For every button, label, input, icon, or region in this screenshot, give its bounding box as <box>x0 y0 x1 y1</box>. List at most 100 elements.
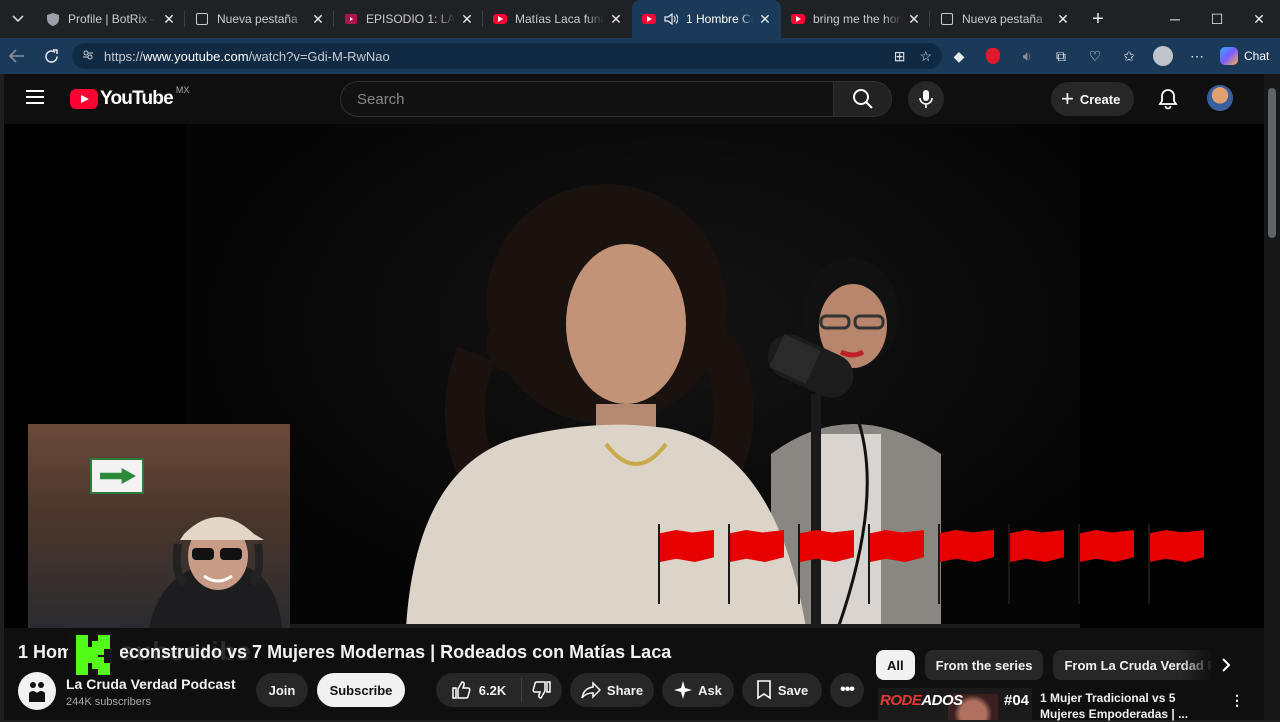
extension-diamond-icon[interactable]: ◆ <box>942 38 976 74</box>
logo-wordmark: YouTube <box>100 88 174 109</box>
recommendation-menu-icon[interactable]: ⋮ <box>1230 692 1244 709</box>
site-info-icon[interactable] <box>82 49 96 64</box>
share-button[interactable]: Share <box>570 673 654 707</box>
search-button[interactable] <box>834 81 892 117</box>
thumbnail-episode: #04 <box>1004 692 1030 709</box>
subscribe-overlay-text: subscribe <box>120 636 252 666</box>
thumbs-up-icon <box>452 681 471 699</box>
page-scrollbar[interactable] <box>1264 74 1280 720</box>
save-button[interactable]: Save <box>742 673 822 707</box>
chip-from-channel[interactable]: From La Cruda Verdad Podcast <box>1053 650 1214 680</box>
close-tab-icon[interactable]: ✕ <box>459 11 475 28</box>
close-tab-icon[interactable]: ✕ <box>161 11 177 28</box>
red-flag-icon <box>1146 524 1204 604</box>
like-dislike-group: 6.2K <box>436 673 562 707</box>
recommendation-title[interactable]: 1 Mujer Tradicional vs 5 Mujeres Empoder… <box>1040 690 1200 722</box>
url-text: https://www.youtube.com/watch?v=Gdi-M-Rw… <box>104 48 390 64</box>
arrow-left-icon <box>9 49 24 63</box>
red-flag-icon <box>726 524 784 604</box>
address-bar[interactable]: https://www.youtube.com/watch?v=Gdi-M-Rw… <box>72 43 942 69</box>
ask-button[interactable]: Ask <box>662 673 734 707</box>
close-tab-icon[interactable]: ✕ <box>1055 11 1071 28</box>
youtube-page: YouTube MX Search + Create 1 Hombre Deco… <box>4 74 1264 722</box>
speaker-icon[interactable] <box>664 12 678 26</box>
page-icon <box>195 12 209 26</box>
extensions-puzzle-icon[interactable]: ⧉ <box>1044 38 1078 74</box>
new-tab-button[interactable]: + <box>1079 0 1117 38</box>
close-tab-icon[interactable]: ✕ <box>906 11 922 28</box>
browser-tab-bar: Profile | BotRix — Cl ✕ Nueva pestaña ✕ … <box>0 0 1280 38</box>
browser-tab[interactable]: Nueva pestaña ✕ <box>930 0 1079 38</box>
chevron-down-icon <box>12 15 24 23</box>
tab-title: Nueva pestaña <box>962 12 1043 26</box>
copilot-chat-button[interactable]: Chat <box>1220 47 1269 65</box>
share-icon <box>581 681 601 699</box>
maximize-icon[interactable]: ☐ <box>1196 0 1238 38</box>
browser-tab[interactable]: Profile | BotRix — Cl ✕ <box>36 0 185 38</box>
browser-essentials-icon[interactable]: ♡ <box>1078 38 1112 74</box>
close-tab-icon[interactable]: ✕ <box>310 11 326 28</box>
like-count: 6.2K <box>478 682 507 698</box>
youtube-icon <box>493 12 507 26</box>
recommendation-filter-chips: All From the series From La Cruda Verdad… <box>876 650 1214 680</box>
subscribe-button[interactable]: Subscribe <box>317 673 405 707</box>
create-label: Create <box>1079 91 1121 107</box>
youtube-icon <box>642 12 656 26</box>
progress-track[interactable] <box>186 624 1080 628</box>
browser-tab[interactable]: bring me the horizo ✕ <box>781 0 930 38</box>
extension-speaker-icon[interactable]: 🔉︎ <box>1010 38 1044 74</box>
recommendation-thumbnail[interactable]: RODEADOS #04 <box>878 688 1032 720</box>
more-actions-button[interactable]: ••• <box>830 673 864 707</box>
red-flag-icon <box>796 524 854 604</box>
plus-icon: + <box>1061 86 1074 111</box>
browser-tab[interactable]: Matías Laca funa - Yo ✕ <box>483 0 632 38</box>
red-flags-row <box>656 524 1204 604</box>
guide-menu-icon[interactable] <box>26 90 44 104</box>
country-code: MX <box>175 85 190 95</box>
voice-search-button[interactable] <box>908 81 944 117</box>
close-tab-icon[interactable]: ✕ <box>757 11 773 28</box>
browser-tab[interactable]: Nueva pestaña ✕ <box>185 0 334 38</box>
channel-name[interactable]: La Cruda Verdad Podcast <box>66 676 236 692</box>
chevron-right-icon[interactable] <box>1214 652 1238 678</box>
red-flag-icon <box>936 524 994 604</box>
extension-shield-icon[interactable] <box>976 38 1010 74</box>
browser-tab-active[interactable]: 1 Hombre Cons ✕ <box>632 0 781 38</box>
scrollbar-thumb[interactable] <box>1268 88 1276 238</box>
refresh-button[interactable] <box>34 38 68 74</box>
microphone-icon <box>919 90 933 108</box>
window-controls: ─ ☐ ✕ <box>1154 0 1280 38</box>
back-button[interactable] <box>0 38 34 74</box>
dislike-button[interactable] <box>522 680 562 700</box>
close-window-icon[interactable]: ✕ <box>1238 0 1280 38</box>
favorites-icon[interactable]: ✩ <box>1112 38 1146 74</box>
shield-icon <box>46 12 60 26</box>
page-icon <box>940 12 954 26</box>
youtube-logo[interactable]: YouTube MX <box>70 85 190 110</box>
save-label: Save <box>777 682 809 698</box>
search-input[interactable]: Search <box>340 81 834 117</box>
video-player[interactable] <box>4 124 1264 628</box>
thumbnail-brand-text: RODEADOS <box>880 692 963 709</box>
app-available-icon[interactable]: ⊞ <box>894 48 906 65</box>
chip-from-series[interactable]: From the series <box>924 650 1044 680</box>
channel-avatar[interactable] <box>18 672 56 710</box>
close-tab-icon[interactable]: ✕ <box>608 11 624 28</box>
join-button[interactable]: Join <box>256 673 308 707</box>
account-avatar[interactable] <box>1207 85 1233 111</box>
more-menu-icon[interactable]: ⋯ <box>1180 38 1214 74</box>
youtube-play-icon <box>70 89 98 109</box>
sparkle-icon <box>674 681 693 699</box>
search-icon <box>852 89 873 109</box>
favorite-star-icon[interactable]: ☆ <box>919 48 932 65</box>
tab-title: Nueva pestaña <box>217 12 298 26</box>
notifications-bell-icon[interactable] <box>1156 87 1180 111</box>
chip-all[interactable]: All <box>876 650 915 680</box>
streamer-figure <box>149 517 283 628</box>
like-button[interactable]: 6.2K <box>436 678 522 702</box>
tab-actions-menu-button[interactable] <box>0 0 36 38</box>
create-button[interactable]: + Create <box>1051 82 1135 116</box>
profile-avatar[interactable] <box>1146 38 1180 74</box>
minimize-icon[interactable]: ─ <box>1154 0 1196 38</box>
browser-tab[interactable]: EPISODIO 1: LA HAB ✕ <box>334 0 483 38</box>
